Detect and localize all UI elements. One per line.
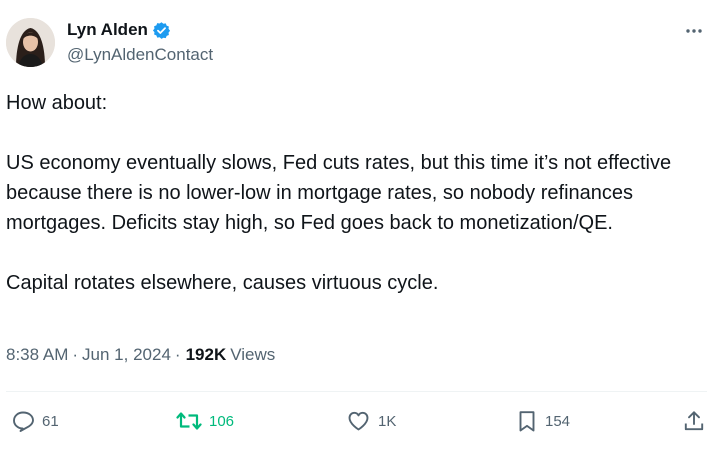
views-label: Views [230,345,276,364]
tweet-header: Lyn Alden @LynAldenContact [0,0,713,80]
retweet-count: 106 [209,412,235,430]
avatar[interactable] [6,18,55,67]
views-count: 192K [185,345,227,364]
bookmark-icon [519,411,535,432]
author-handle[interactable]: @LynAldenContact [67,44,213,66]
author-name[interactable]: Lyn Alden [67,19,148,41]
verified-badge-icon [152,21,171,40]
paragraph-spacer [6,118,706,148]
tweet-text: How about: US economy eventually slows, … [6,88,706,298]
heart-icon [348,411,369,431]
retweet-button[interactable]: 106 [176,404,234,438]
author-name-row: Lyn Alden [67,19,171,41]
reply-icon [13,411,34,432]
like-count: 1K [378,412,397,430]
more-dots-icon[interactable] [683,20,705,42]
share-button[interactable] [682,404,706,438]
meta-separator: · [174,345,181,364]
like-button[interactable]: 1K [346,404,396,438]
tweet-date[interactable]: Jun 1, 2024 [82,344,171,366]
tweet-meta: 8:38 AM · Jun 1, 2024 · 192K Views [6,344,275,366]
meta-separator: · [72,345,79,364]
tweet-paragraph: Capital rotates elsewhere, causes virtuo… [6,272,439,294]
tweet-paragraph: US economy eventually slows, Fed cuts ra… [6,152,672,234]
reply-button[interactable]: 61 [11,404,59,438]
action-bar: 61 106 1K 154 [0,404,713,438]
bookmark-button[interactable]: 154 [516,404,570,438]
divider [6,391,707,392]
bookmark-count: 154 [545,412,571,430]
tweet-paragraph: How about: [6,92,108,114]
share-icon [684,411,704,431]
tweet-time[interactable]: 8:38 AM [6,344,68,366]
reply-count: 61 [42,412,59,430]
paragraph-spacer [6,238,706,268]
retweet-icon [176,412,202,430]
